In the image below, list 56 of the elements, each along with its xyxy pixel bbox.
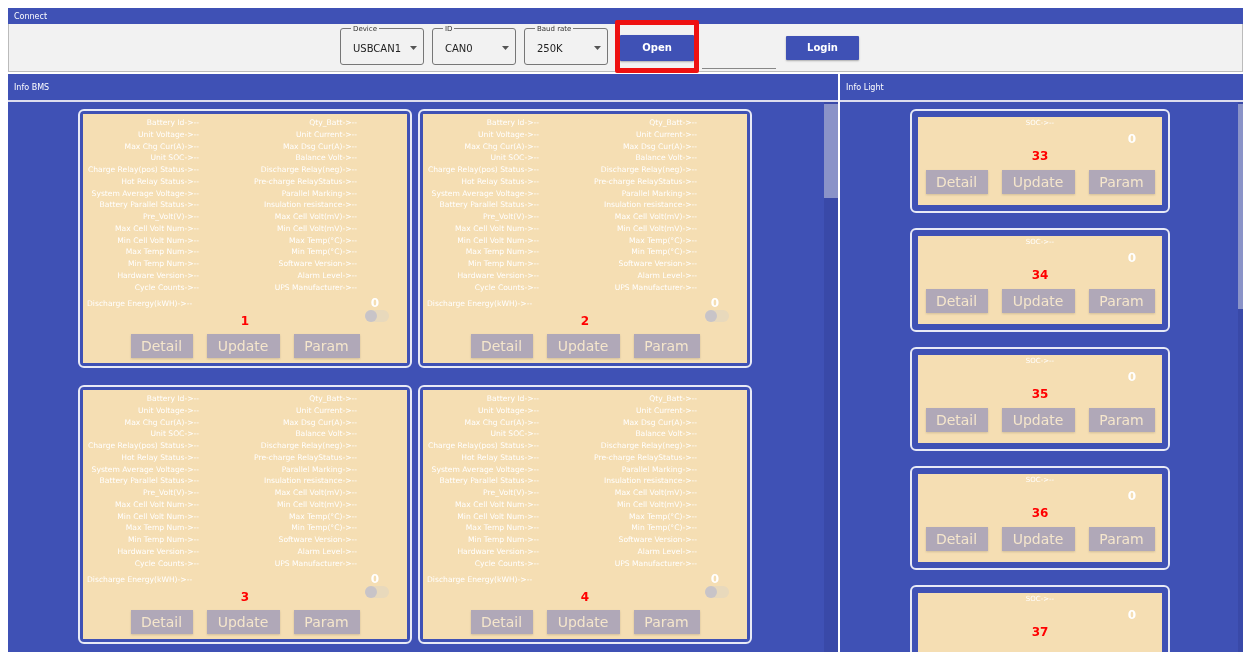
card-number: 3: [240, 590, 250, 605]
energy-value: 0: [370, 296, 379, 311]
caret-icon: [410, 46, 417, 50]
card-button[interactable]: Param: [293, 610, 360, 635]
card-button[interactable]: Detail: [925, 289, 988, 313]
panel-title: Info BMS: [14, 82, 50, 92]
card-button[interactable]: Param: [1088, 408, 1155, 432]
toggle-switch[interactable]: [705, 586, 729, 599]
card-button[interactable]: Detail: [925, 408, 988, 432]
card-button[interactable]: Detail: [925, 527, 988, 551]
window-title: Connect: [14, 11, 48, 21]
card-number: 37: [1031, 625, 1049, 639]
card-button[interactable]: Detail: [470, 610, 533, 635]
card-button[interactable]: Param: [1088, 527, 1155, 551]
panel-title: Info Light: [846, 82, 884, 92]
card-button[interactable]: Param: [1088, 289, 1155, 313]
soc-value: 0: [1127, 608, 1136, 622]
soc-value: 0: [1127, 132, 1136, 146]
energy-value: 0: [370, 572, 379, 587]
toggle-switch[interactable]: [705, 310, 729, 323]
caret-icon: [502, 46, 509, 50]
card-number: 4: [580, 590, 590, 605]
card-button[interactable]: Detail: [925, 170, 988, 194]
card-number: 35: [1031, 387, 1049, 401]
soc-value: 0: [1127, 251, 1136, 265]
card-button[interactable]: Update: [1001, 527, 1075, 551]
card-button[interactable]: Param: [293, 334, 360, 359]
card-number: 34: [1031, 268, 1049, 282]
caret-icon: [594, 46, 601, 50]
card-button[interactable]: Update: [206, 334, 280, 359]
card-number: 1: [240, 314, 250, 329]
soc-value: 0: [1127, 370, 1136, 384]
toggle-switch[interactable]: [365, 310, 389, 323]
energy-value: 0: [710, 572, 719, 587]
card-button[interactable]: Update: [206, 610, 280, 635]
soc-value: 0: [1127, 489, 1136, 503]
open-button[interactable]: Open: [620, 34, 694, 61]
card-button[interactable]: Update: [546, 610, 620, 635]
card-button[interactable]: Param: [1088, 170, 1155, 194]
scrollbar[interactable]: [1238, 102, 1243, 652]
card-number: 2: [580, 314, 590, 329]
login-button[interactable]: Login: [786, 35, 859, 60]
toggle-switch[interactable]: [365, 586, 389, 599]
card-button[interactable]: Update: [1001, 289, 1075, 313]
scrollbar[interactable]: [824, 102, 838, 652]
card-button[interactable]: Detail: [130, 334, 193, 359]
energy-value: 0: [710, 296, 719, 311]
card-button[interactable]: Detail: [130, 610, 193, 635]
card-button[interactable]: Detail: [470, 334, 533, 359]
card-button[interactable]: Param: [633, 334, 700, 359]
card-button[interactable]: Param: [633, 610, 700, 635]
card-number: 33: [1031, 149, 1049, 163]
card-button[interactable]: Update: [1001, 170, 1075, 194]
card-button[interactable]: Update: [546, 334, 620, 359]
card-button[interactable]: Update: [1001, 408, 1075, 432]
card-number: 36: [1031, 506, 1049, 520]
